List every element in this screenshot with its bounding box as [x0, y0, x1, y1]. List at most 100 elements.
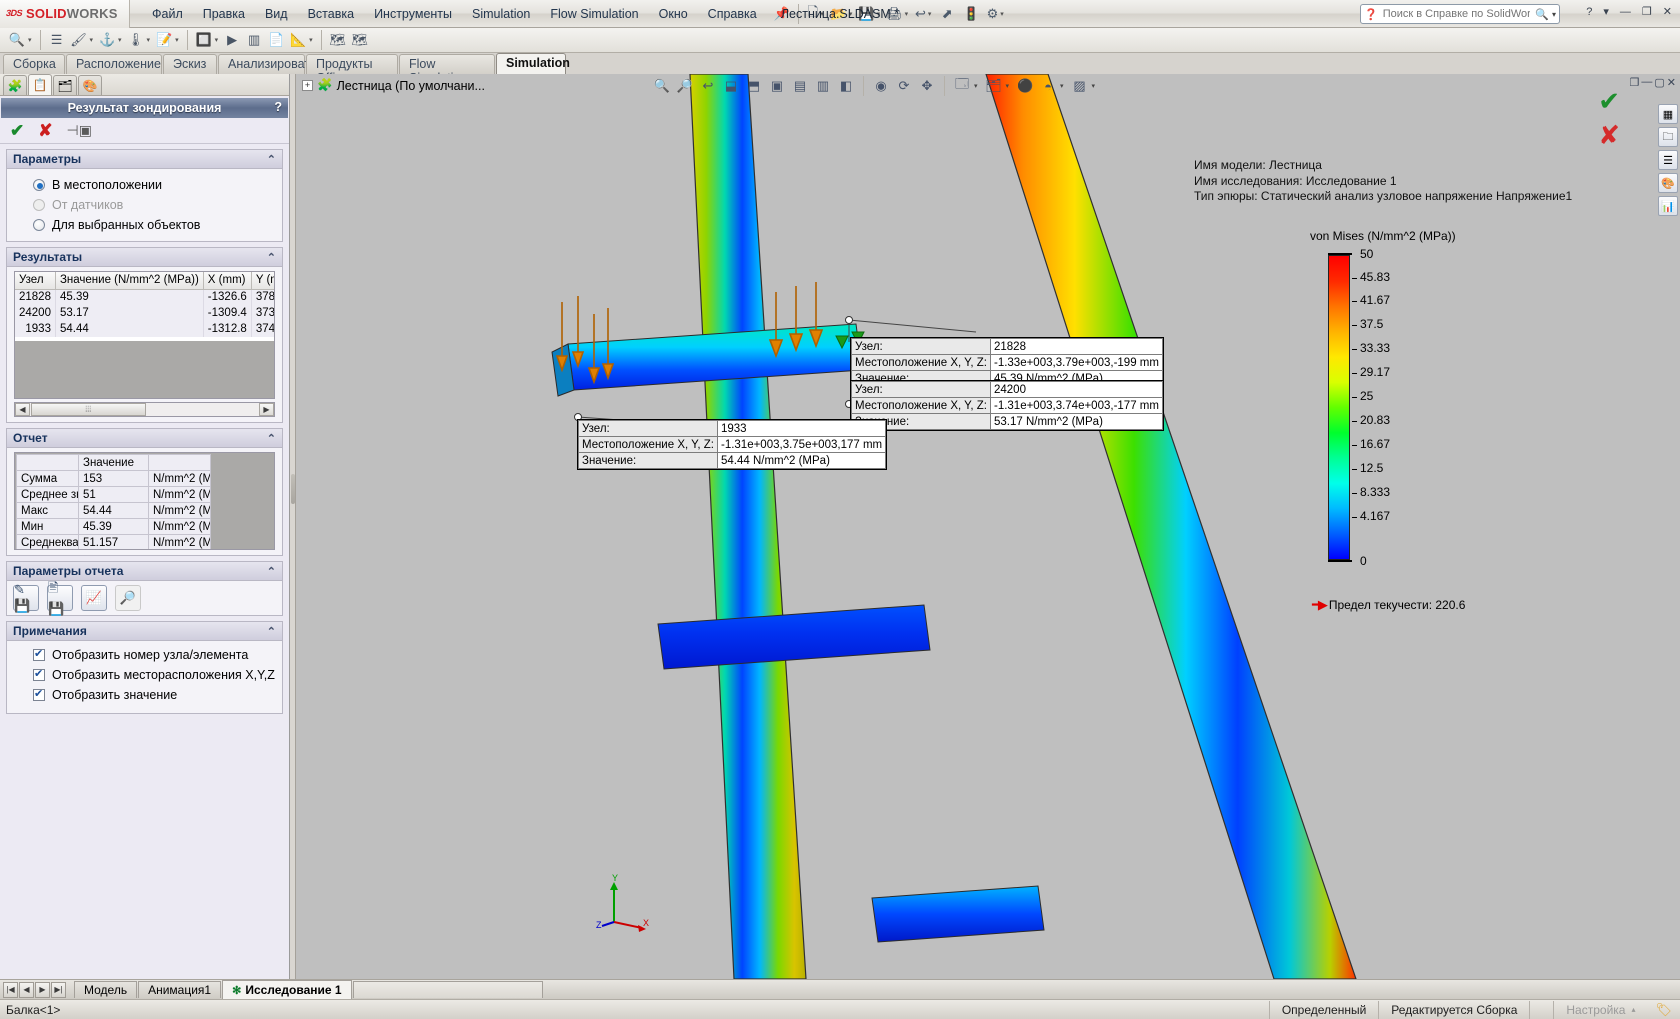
annotations-group-header[interactable]: Примечания ⌃ — [7, 622, 282, 641]
list-view-icon[interactable]: ☰ — [1658, 150, 1678, 170]
menu-window[interactable]: Окно — [649, 3, 698, 25]
menu-file[interactable]: Файл — [142, 3, 193, 25]
save-report-icon[interactable]: 🖹💾 — [47, 580, 73, 616]
radio-at-location[interactable]: В местоположении — [15, 175, 274, 195]
minimize-view-icon[interactable]: — — [1641, 76, 1652, 89]
zoom-to-fit-icon[interactable]: 🔍 — [651, 76, 673, 97]
hide-show-items-icon[interactable]: ▤ — [789, 76, 811, 97]
nav-first-tab-button[interactable]: |◀ — [3, 981, 18, 998]
tab-flow-simulation[interactable]: Flow Simulation — [399, 54, 495, 85]
splitter-grip[interactable] — [291, 474, 295, 504]
help-button[interactable]: ? — [1582, 5, 1596, 19]
chevron-up-icon[interactable]: ⌃ — [267, 432, 276, 445]
display-style-icon[interactable]: ▣ — [766, 76, 788, 97]
report-icon[interactable]: 📄 — [265, 30, 287, 51]
probe-callout-1933[interactable]: Узел: 1933 Местоположение X, Y, Z: -1.31… — [577, 419, 888, 470]
menu-tools[interactable]: Инструменты — [364, 3, 462, 25]
chevron-down-icon[interactable]: ▾ — [28, 36, 32, 44]
tab-layout[interactable]: Расположение — [66, 54, 162, 74]
scroll-left-arrow[interactable]: ◀ — [15, 403, 30, 416]
scene-icon[interactable]: ◓ — [1037, 76, 1059, 97]
menu-flow-simulation[interactable]: Flow Simulation — [540, 3, 648, 25]
menu-insert[interactable]: Вставка — [298, 3, 364, 25]
radio-from-sensors[interactable]: От датчиков — [15, 195, 274, 215]
magnifier-icon[interactable]: 🔍 — [1535, 8, 1549, 21]
scroll-thumb[interactable]: ⦙⦙⦙ — [31, 403, 146, 416]
status-settings[interactable]: Настройка ▴ — [1553, 1000, 1647, 1019]
external-loads-icon[interactable]: 🌡 — [125, 30, 147, 51]
maximize-view-icon[interactable]: ▢ — [1654, 76, 1664, 89]
menu-edit[interactable]: Правка — [193, 3, 255, 25]
apply-scene-icon[interactable]: ◧ — [835, 76, 857, 97]
nav-next-tab-button[interactable]: ▶ — [35, 981, 50, 998]
chevron-up-icon[interactable]: ⌃ — [267, 625, 276, 638]
chevron-down-icon[interactable]: ▾ — [309, 36, 313, 44]
tab-assembly[interactable]: Сборка — [3, 54, 65, 74]
minimize-button[interactable]: — — [1616, 5, 1635, 19]
simulation-display-icon[interactable]: ▦ — [1658, 104, 1678, 124]
apply-material-icon[interactable]: 🖌 — [68, 30, 90, 51]
undo-button[interactable]: ↩ ▾ — [911, 2, 935, 26]
results-group-header[interactable]: Результаты ⌃ — [7, 248, 282, 267]
select-button[interactable]: ⬈ — [935, 2, 959, 26]
run-study-icon[interactable]: ▶ — [221, 30, 243, 51]
chevron-down-icon[interactable]: ▾ — [215, 36, 219, 44]
checkbox-show-node-number[interactable]: Отобразить номер узла/элемента — [7, 645, 282, 665]
search-input[interactable] — [1380, 7, 1533, 21]
viewport-tree-item[interactable]: + 🧩 Лестница (По умолчани... — [302, 78, 485, 93]
nav-last-tab-button[interactable]: ▶| — [51, 981, 66, 998]
tab-sketch[interactable]: Эскиз — [163, 54, 217, 74]
display-state-icon[interactable]: 🗔 — [951, 76, 973, 97]
connections-icon[interactable]: 📝 — [153, 30, 175, 51]
results-horizontal-scrollbar[interactable]: ◀ ⦙⦙⦙ ▶ — [14, 402, 275, 417]
viewport-cancel-icon[interactable]: ✘ — [1598, 120, 1620, 151]
fixtures-icon[interactable]: ⚓ — [96, 30, 118, 51]
chart-icon[interactable]: 📊 — [1658, 196, 1678, 216]
chevron-down-icon[interactable]: ▾ — [1552, 10, 1556, 19]
table-row[interactable]: 21828 45.39 -1326.6 3786.72 -19 — [15, 289, 274, 305]
results-table-icon[interactable]: ▥ — [243, 30, 265, 51]
chevron-up-icon[interactable]: ▴ — [1631, 1005, 1635, 1014]
radio-on-selected-entities[interactable]: Для выбранных объектов — [15, 215, 274, 235]
close-button[interactable]: ✕ — [1659, 4, 1676, 19]
tag-icon[interactable]: 🏷 — [1647, 1002, 1680, 1018]
restore-button[interactable]: ❐ — [1638, 4, 1656, 19]
chevron-down-icon[interactable]: ▾ — [1006, 82, 1010, 90]
view-settings-icon[interactable]: ◉ — [870, 76, 892, 97]
help-icon[interactable]: ? — [274, 100, 282, 114]
tab-model[interactable]: Модель — [74, 981, 138, 998]
chevron-down-icon[interactable]: ▾ — [147, 36, 151, 44]
zoom-to-area-icon[interactable]: 🔎 — [674, 76, 696, 97]
menu-view[interactable]: Вид — [255, 3, 298, 25]
search-box[interactable]: ❓ 🔍 ▾ — [1360, 4, 1560, 24]
folder-icon[interactable]: 🗀 — [1658, 127, 1678, 147]
restore-view-icon[interactable]: ❐ — [1630, 76, 1640, 89]
menu-help[interactable]: Справка — [698, 3, 767, 25]
save-as-icon[interactable]: ✎💾 — [13, 582, 39, 613]
probe-icon[interactable]: 🗺 — [349, 30, 371, 51]
plot-tools-icon[interactable]: 🗺 — [327, 30, 349, 51]
display-manager-icon[interactable]: 🎨 — [78, 75, 102, 95]
tab-office-products[interactable]: Продукты Office — [306, 54, 398, 85]
chevron-down-icon[interactable]: ▾ — [175, 36, 179, 44]
checkbox-show-xyz-location[interactable]: Отобразить месторасположения X,Y,Z — [7, 665, 282, 685]
confirm-button[interactable]: ✔ — [10, 121, 24, 141]
chevron-down-icon[interactable]: ▾ — [90, 36, 94, 44]
mesh-icon[interactable]: 🔲 — [193, 30, 215, 51]
view-orientation-icon[interactable]: ⬒ — [743, 76, 765, 97]
viewport-confirm-icon[interactable]: ✔ — [1598, 86, 1620, 117]
chevron-down-icon[interactable]: ▾ — [1599, 4, 1613, 19]
zoom-tool-icon[interactable]: 🔍 — [6, 30, 28, 51]
chevron-down-icon[interactable]: ▾ — [1060, 82, 1064, 90]
keep-visible-pin-icon[interactable]: ⊣▣ — [67, 122, 92, 139]
parameters-group-header[interactable]: Параметры ⌃ — [7, 150, 282, 169]
chevron-down-icon[interactable]: ▾ — [1092, 82, 1096, 90]
feature-tree-icon[interactable]: 🧩 — [3, 75, 27, 95]
tab-animation1[interactable]: Анимация1 — [138, 981, 222, 998]
configuration-icon[interactable]: 🗂 — [983, 76, 1005, 97]
graphics-viewport[interactable]: 🔍 🔎 ↩ ⬓ ⬒ ▣ ▤ ▥ ◧ ◉ ⟳ ✥ 🗔 ▾ 🗂 ▾ ⚫ ◓ ▾ ▨ ▾ ❐ … — [296, 74, 1680, 979]
section-view-icon[interactable]: ⬓ — [720, 76, 742, 97]
plot-graph-icon[interactable]: 📈 — [81, 585, 107, 611]
design-check-icon[interactable]: 📐 — [287, 30, 309, 51]
property-manager-icon[interactable]: 📋 — [28, 74, 52, 95]
